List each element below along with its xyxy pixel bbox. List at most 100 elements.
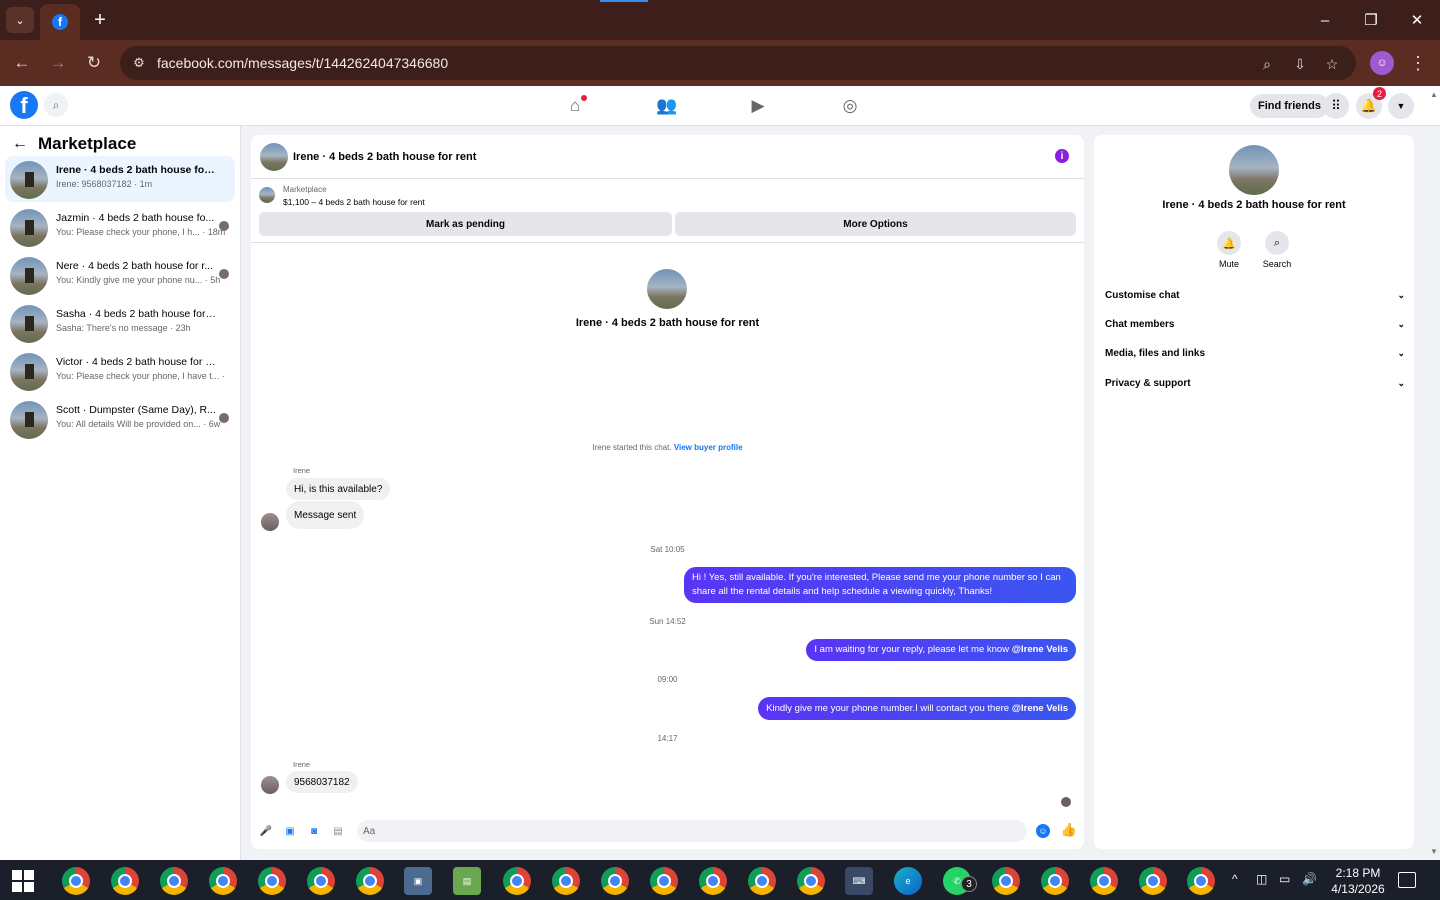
sticker-icon[interactable]: ◙ [307, 824, 321, 838]
keyboard-app-icon[interactable]: ⌨ [845, 867, 873, 895]
chrome-taskbar-icon[interactable] [650, 867, 678, 895]
chrome-taskbar-icon[interactable] [356, 867, 384, 895]
conversation-item[interactable]: Scott · Dumpster (Same Day), R... You: A… [5, 396, 235, 442]
address-bar[interactable]: ⚙ facebook.com/messages/t/14426240473466… [120, 46, 1356, 80]
mention-tag[interactable]: @Irene Velis [1012, 702, 1068, 716]
chrome-taskbar-icon[interactable] [503, 867, 531, 895]
chrome-taskbar-icon[interactable] [258, 867, 286, 895]
mention-tag[interactable]: @Irene Velis [1012, 643, 1068, 657]
chat-avatar[interactable] [260, 143, 288, 171]
section-customise-chat[interactable]: Customise chat ⌄ [1105, 285, 1405, 305]
conversation-item[interactable]: Jazmin · 4 beds 2 bath house fo... You: … [5, 204, 235, 250]
search-icon[interactable]: ⌕ [44, 93, 68, 117]
incoming-message[interactable]: Message sent [286, 501, 365, 529]
volume-icon[interactable]: 🔊 [1302, 872, 1317, 886]
chrome-taskbar-icon[interactable] [992, 867, 1020, 895]
message-input[interactable]: Aa [357, 820, 1027, 842]
scroll-up-icon[interactable]: ▲ [1428, 88, 1440, 100]
section-media-files-links[interactable]: Media, files and links ⌄ [1105, 343, 1405, 363]
chrome-taskbar-icon[interactable] [748, 867, 776, 895]
contacts-app-icon[interactable]: ▣ [404, 867, 432, 895]
outgoing-message[interactable]: Hi ! Yes, still available. If you're int… [684, 567, 1076, 603]
site-info-icon[interactable]: ⚙ [130, 54, 148, 72]
zoom-icon[interactable]: ⌕ [1256, 53, 1278, 75]
chrome-taskbar-icon[interactable] [307, 867, 335, 895]
url-text[interactable]: facebook.com/messages/t/1442624047346680 [157, 55, 448, 71]
outgoing-message-text: I am waiting for your reply, please let … [814, 644, 1010, 655]
info-avatar[interactable] [1229, 145, 1279, 195]
meet-now-icon[interactable]: ◫ [1256, 872, 1267, 886]
more-options-button[interactable]: More Options [675, 212, 1076, 236]
chat-title[interactable]: Irene · 4 beds 2 bath house for rent [293, 151, 476, 163]
conversation-item[interactable]: Victor · 4 beds 2 bath house for rent Yo… [5, 348, 235, 394]
chrome-taskbar-icon[interactable] [209, 867, 237, 895]
new-tab-icon[interactable]: + [88, 8, 112, 32]
conversation-item[interactable]: Sasha · 4 beds 2 bath house for rent Sas… [5, 300, 235, 346]
close-icon[interactable]: ✕ [1402, 8, 1432, 32]
chrome-taskbar-icon[interactable] [601, 867, 629, 895]
listing-thumbnail [10, 305, 48, 343]
apps-grid-icon[interactable]: ⠿ [1323, 93, 1349, 119]
groups-icon[interactable]: ◎ [838, 94, 862, 118]
scroll-down-icon[interactable]: ▼ [1428, 845, 1440, 857]
tab-search-icon[interactable]: ⌄ [6, 7, 34, 33]
outgoing-message[interactable]: Kindly give me your phone number.I will … [758, 697, 1076, 720]
edge-taskbar-icon[interactable]: e [894, 867, 922, 895]
emoji-icon[interactable]: ☺ [1036, 824, 1050, 838]
conversation-item[interactable]: Nere · 4 beds 2 bath house for r... You:… [5, 252, 235, 298]
photo-icon[interactable]: ▣ [283, 824, 297, 838]
install-app-icon[interactable]: ⇩ [1289, 53, 1311, 75]
outgoing-message[interactable]: I am waiting for your reply, please let … [806, 639, 1076, 661]
watch-icon[interactable]: ▶ [746, 94, 770, 118]
chrome-taskbar-icon[interactable] [552, 867, 580, 895]
network-icon[interactable]: ▭ [1279, 872, 1290, 886]
conversation-item[interactable]: Irene · 4 beds 2 bath house for rent Ire… [5, 156, 235, 202]
system-clock[interactable]: 2:18 PM 4/13/2026 [1326, 865, 1390, 897]
section-chat-members[interactable]: Chat members ⌄ [1105, 314, 1405, 334]
gif-icon[interactable]: ▤ [331, 824, 345, 838]
intro-avatar[interactable] [647, 269, 687, 309]
account-chevron-icon[interactable]: ▼ [1388, 93, 1414, 119]
friends-icon[interactable]: 👥 [655, 94, 679, 118]
mute-button[interactable]: 🔔 Mute [1209, 231, 1249, 269]
facebook-logo[interactable]: f [10, 91, 38, 119]
reload-icon[interactable]: ↻ [82, 51, 106, 75]
tray-chevron-icon[interactable]: ^ [1232, 872, 1238, 886]
listing-price-title[interactable]: $1,100 – 4 beds 2 bath house for rent [283, 197, 425, 207]
chrome-taskbar-icon[interactable] [1041, 867, 1069, 895]
find-friends-button[interactable]: Find friends [1250, 94, 1329, 118]
chrome-taskbar-icon[interactable] [1090, 867, 1118, 895]
chrome-taskbar-icon[interactable] [699, 867, 727, 895]
sender-avatar[interactable] [261, 776, 279, 794]
action-center-icon[interactable] [1398, 872, 1416, 888]
incoming-message[interactable]: 9568037182 [286, 771, 358, 793]
mark-as-pending-button[interactable]: Mark as pending [259, 212, 672, 236]
view-buyer-profile-link[interactable]: View buyer profile [674, 443, 743, 452]
back-icon[interactable]: ← [10, 51, 34, 75]
chrome-taskbar-icon[interactable] [111, 867, 139, 895]
minimize-icon[interactable]: – [1310, 8, 1340, 32]
chrome-taskbar-icon[interactable] [62, 867, 90, 895]
microphone-icon[interactable]: 🎤 [259, 824, 273, 838]
back-arrow-icon[interactable]: ← [10, 135, 30, 153]
menu-kebab-icon[interactable]: ⋮ [1408, 51, 1428, 75]
section-label: Customise chat [1105, 289, 1180, 301]
chrome-taskbar-icon[interactable] [160, 867, 188, 895]
thumbs-up-icon[interactable]: 👍 [1061, 822, 1077, 838]
chrome-taskbar-icon[interactable] [797, 867, 825, 895]
sender-avatar[interactable] [261, 513, 279, 531]
section-privacy-support[interactable]: Privacy & support ⌄ [1105, 373, 1405, 393]
chrome-taskbar-icon[interactable] [1187, 867, 1215, 895]
info-icon[interactable]: i [1055, 149, 1069, 163]
windows-start-icon[interactable] [12, 870, 34, 892]
incoming-message[interactable]: Hi, is this available? [286, 478, 391, 500]
bookmark-star-icon[interactable]: ☆ [1321, 53, 1343, 75]
browser-tab-messenger[interactable]: f [40, 4, 80, 40]
restore-icon[interactable]: ❐ [1356, 8, 1386, 32]
forward-icon[interactable]: → [46, 51, 70, 75]
chrome-taskbar-icon[interactable] [1139, 867, 1167, 895]
spreadsheet-app-icon[interactable]: ▤ [453, 867, 481, 895]
profile-icon[interactable]: ☺ [1370, 51, 1394, 75]
listing-thumbnail[interactable] [259, 187, 275, 203]
search-conversation-button[interactable]: ⌕ Search [1257, 231, 1297, 269]
